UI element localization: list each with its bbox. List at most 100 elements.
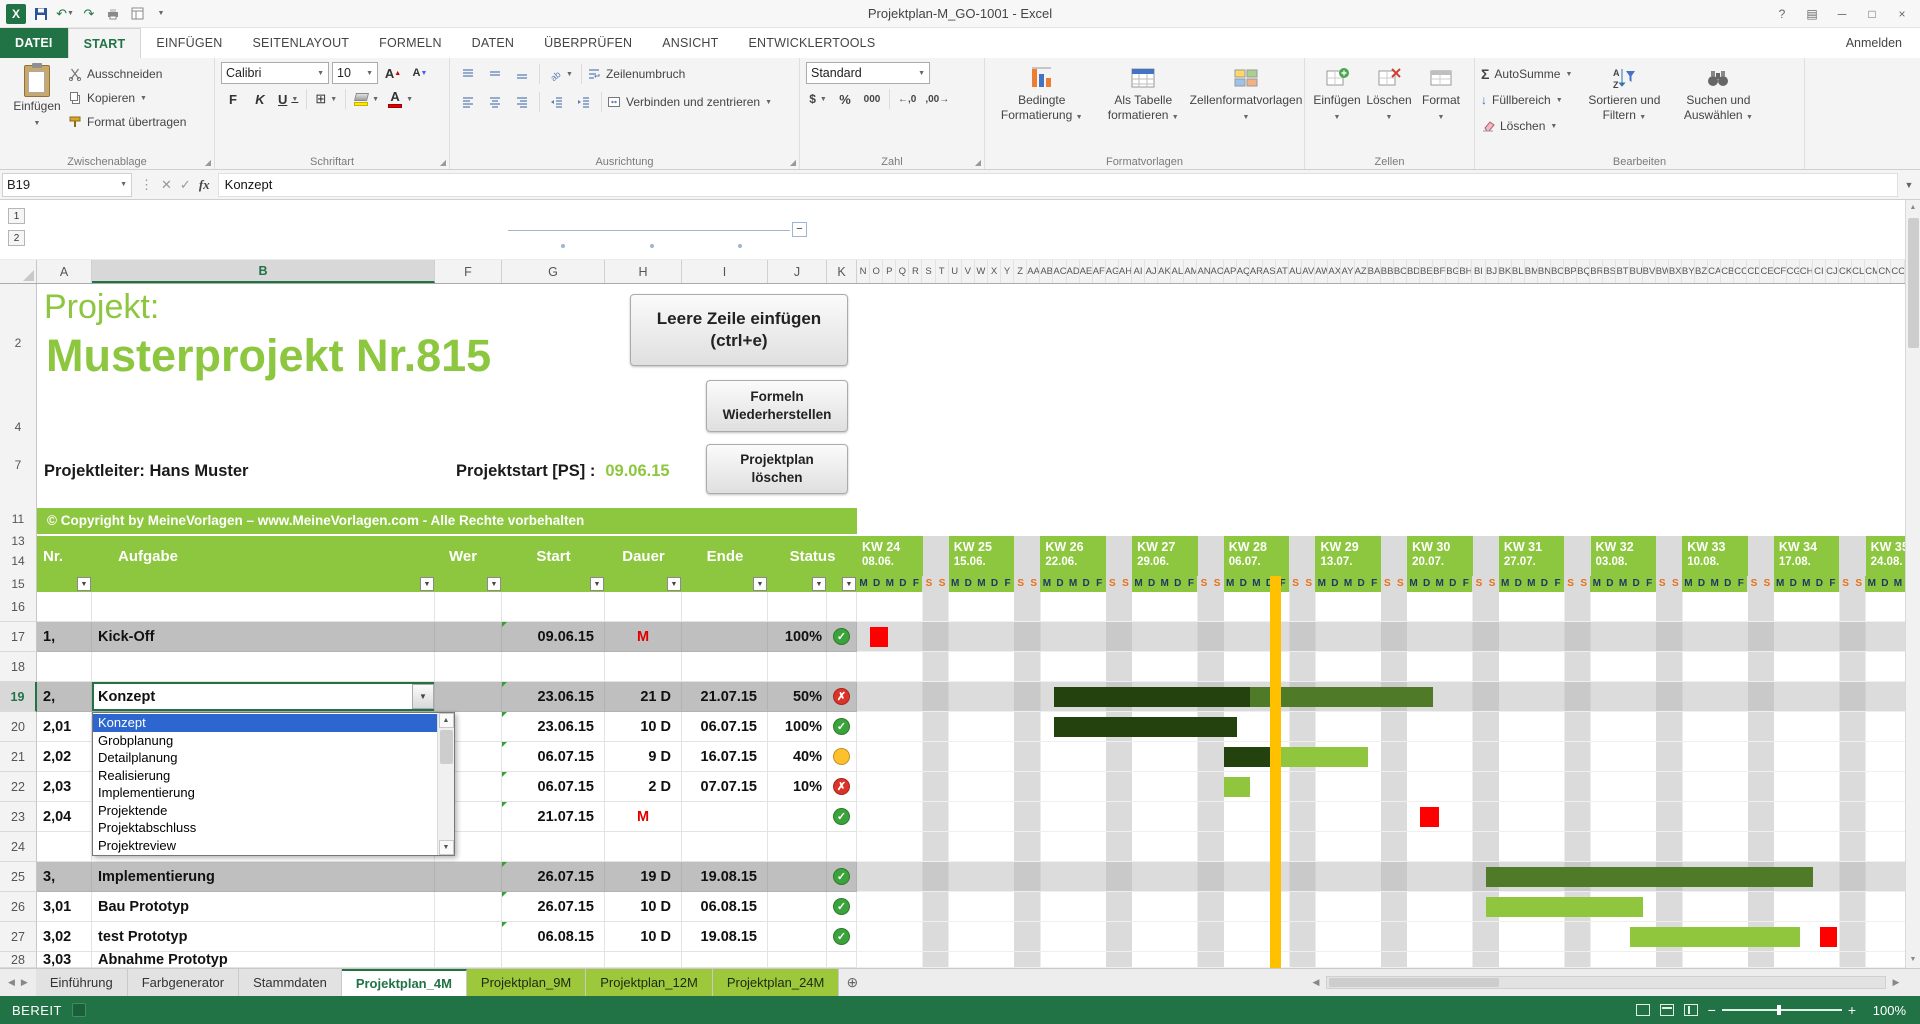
cell-A19[interactable]: 2, bbox=[37, 682, 92, 712]
cell-A22[interactable]: 2,03 bbox=[37, 772, 92, 802]
ribbon-tab-datei[interactable]: DATEI bbox=[0, 28, 68, 58]
row-header-24[interactable]: 24 bbox=[0, 832, 37, 862]
row-header-21[interactable]: 21 bbox=[0, 742, 37, 772]
cell-J25[interactable] bbox=[768, 862, 827, 892]
column-header-BC[interactable]: BC bbox=[1394, 260, 1407, 283]
ribbon-tab-start[interactable]: START bbox=[67, 28, 142, 58]
name-box[interactable]: B19 ▼ bbox=[2, 172, 132, 197]
sheet-tab-projektplan_12m[interactable]: Projektplan_12M bbox=[586, 969, 713, 996]
quick-tool-icon[interactable] bbox=[128, 5, 146, 23]
column-header-A[interactable]: A bbox=[37, 260, 92, 283]
column-header-BP[interactable]: BP bbox=[1564, 260, 1578, 283]
dropdown-item-projektreview[interactable]: Projektreview bbox=[93, 837, 437, 855]
row-header-16[interactable]: 16 bbox=[0, 592, 37, 622]
align-left-button[interactable] bbox=[456, 91, 480, 113]
column-header-AU[interactable]: AU bbox=[1289, 260, 1303, 283]
autosum-button[interactable]: Σ AutoSumme ▼ bbox=[1481, 62, 1572, 86]
row-header-23[interactable]: 23 bbox=[0, 802, 37, 832]
cell-J19[interactable]: 50% bbox=[768, 682, 827, 712]
filter-button-F[interactable]: ▼ bbox=[487, 577, 501, 591]
column-header-BG[interactable]: BG bbox=[1446, 260, 1460, 283]
number-dialog-launcher-icon[interactable]: ◢ bbox=[975, 158, 981, 167]
column-header-AV[interactable]: AV bbox=[1302, 260, 1316, 283]
cell-H19[interactable]: 21 D bbox=[605, 682, 682, 712]
cell-F19[interactable] bbox=[435, 682, 502, 712]
cell-J21[interactable]: 40% bbox=[768, 742, 827, 772]
cell-K16[interactable] bbox=[827, 592, 857, 622]
table-header-wer[interactable]: Wer bbox=[435, 536, 502, 576]
column-header-BI[interactable]: BI bbox=[1472, 260, 1486, 283]
cell-A23[interactable]: 2,04 bbox=[37, 802, 92, 832]
column-header-AN[interactable]: AN bbox=[1197, 260, 1211, 283]
column-header-BA[interactable]: BA bbox=[1368, 260, 1381, 283]
excel-logo-icon[interactable]: X bbox=[6, 3, 26, 24]
restore-formulas-button[interactable]: Formeln Wiederherstellen bbox=[706, 380, 848, 432]
cell-I25[interactable]: 19.08.15 bbox=[682, 862, 768, 892]
column-header-CE[interactable]: CE bbox=[1760, 260, 1774, 283]
delete-cells-button[interactable]: Löschen ▼ bbox=[1363, 62, 1415, 151]
filter-button-I[interactable]: ▼ bbox=[753, 577, 767, 591]
column-header-P[interactable]: P bbox=[883, 260, 897, 283]
zoom-slider[interactable]: − + bbox=[1708, 1003, 1856, 1017]
format-painter-button[interactable]: Format übertragen bbox=[68, 110, 186, 134]
column-header-J[interactable]: J bbox=[768, 260, 827, 283]
column-header-CF[interactable]: CF bbox=[1774, 260, 1787, 283]
column-header-AT[interactable]: AT bbox=[1276, 260, 1290, 283]
column-header-U[interactable]: U bbox=[949, 260, 962, 283]
cell-K18[interactable] bbox=[827, 652, 857, 682]
cell-K21[interactable] bbox=[827, 742, 857, 772]
filter-button-K[interactable]: ▼ bbox=[842, 577, 856, 591]
cell-G25[interactable]: 26.07.15 bbox=[502, 862, 605, 892]
decrease-indent-button[interactable] bbox=[545, 91, 569, 113]
column-header-BS[interactable]: BS bbox=[1603, 260, 1617, 283]
print-icon[interactable] bbox=[104, 5, 122, 23]
decrease-decimal-button[interactable]: ,00→ bbox=[922, 88, 952, 110]
column-header-BU[interactable]: BU bbox=[1630, 260, 1643, 283]
cell-G22[interactable]: 06.07.15 bbox=[502, 772, 605, 802]
cell-H28[interactable] bbox=[605, 952, 682, 968]
row-header-27[interactable]: 27 bbox=[0, 922, 37, 952]
ribbon-tab-ansicht[interactable]: ANSICHT bbox=[647, 28, 733, 58]
column-header-CG[interactable]: CG bbox=[1787, 260, 1800, 283]
cell-I16[interactable] bbox=[682, 592, 768, 622]
column-header-CJ[interactable]: CJ bbox=[1826, 260, 1840, 283]
column-header-CH[interactable]: CH bbox=[1800, 260, 1813, 283]
font-dialog-launcher-icon[interactable]: ◢ bbox=[440, 158, 446, 167]
cell-K28[interactable] bbox=[827, 952, 857, 968]
filter-button-J[interactable]: ▼ bbox=[812, 577, 826, 591]
dropdown-item-realisierung[interactable]: Realisierung bbox=[93, 767, 437, 785]
table-header-status[interactable]: Status bbox=[768, 536, 857, 576]
gantt-week-KW28[interactable]: KW 28 06.07. bbox=[1223, 536, 1316, 576]
column-header-CD[interactable]: CD bbox=[1747, 260, 1761, 283]
column-header-BY[interactable]: BY bbox=[1682, 260, 1695, 283]
cell-G24[interactable] bbox=[502, 832, 605, 862]
scroll-right-icon[interactable]: ▶ bbox=[1888, 977, 1904, 988]
ribbon-tab-entwicklertools[interactable]: ENTWICKLERTOOLS bbox=[734, 28, 891, 58]
comma-style-button[interactable]: 000 bbox=[860, 88, 884, 110]
cell-A18[interactable] bbox=[37, 652, 92, 682]
row-header-2[interactable]: 2 bbox=[0, 336, 36, 350]
cell-K23[interactable]: ✓ bbox=[827, 802, 857, 832]
collapse-group-button[interactable]: − bbox=[792, 222, 807, 237]
cell-F17[interactable] bbox=[435, 622, 502, 652]
cell-K22[interactable]: ✗ bbox=[827, 772, 857, 802]
cell-A17[interactable]: 1, bbox=[37, 622, 92, 652]
gantt-week-KW29[interactable]: KW 29 13.07. bbox=[1315, 536, 1408, 576]
column-header-BT[interactable]: BT bbox=[1616, 260, 1630, 283]
font-family-select[interactable]: Calibri ▼ bbox=[221, 62, 329, 84]
cell-J24[interactable] bbox=[768, 832, 827, 862]
scroll-left-icon[interactable]: ◀ bbox=[1308, 977, 1324, 988]
undo-icon[interactable]: ↶ ▼ bbox=[56, 5, 74, 23]
column-header-AY[interactable]: AY bbox=[1341, 260, 1355, 283]
font-color-button[interactable]: A ▼ bbox=[385, 88, 416, 110]
align-top-button[interactable] bbox=[456, 63, 480, 85]
paste-button[interactable]: Einfügen ▼ bbox=[6, 62, 68, 134]
dropdown-item-detailplanung[interactable]: Detailplanung bbox=[93, 749, 437, 767]
table-header-ende[interactable]: Ende bbox=[682, 536, 768, 576]
row-header-19[interactable]: 19 bbox=[0, 682, 37, 712]
cell-F16[interactable] bbox=[435, 592, 502, 622]
column-header-BW[interactable]: BW bbox=[1656, 260, 1669, 283]
cell-J20[interactable]: 100% bbox=[768, 712, 827, 742]
dropdown-item-projektende[interactable]: Projektende bbox=[93, 802, 437, 820]
filter-button-G[interactable]: ▼ bbox=[590, 577, 604, 591]
